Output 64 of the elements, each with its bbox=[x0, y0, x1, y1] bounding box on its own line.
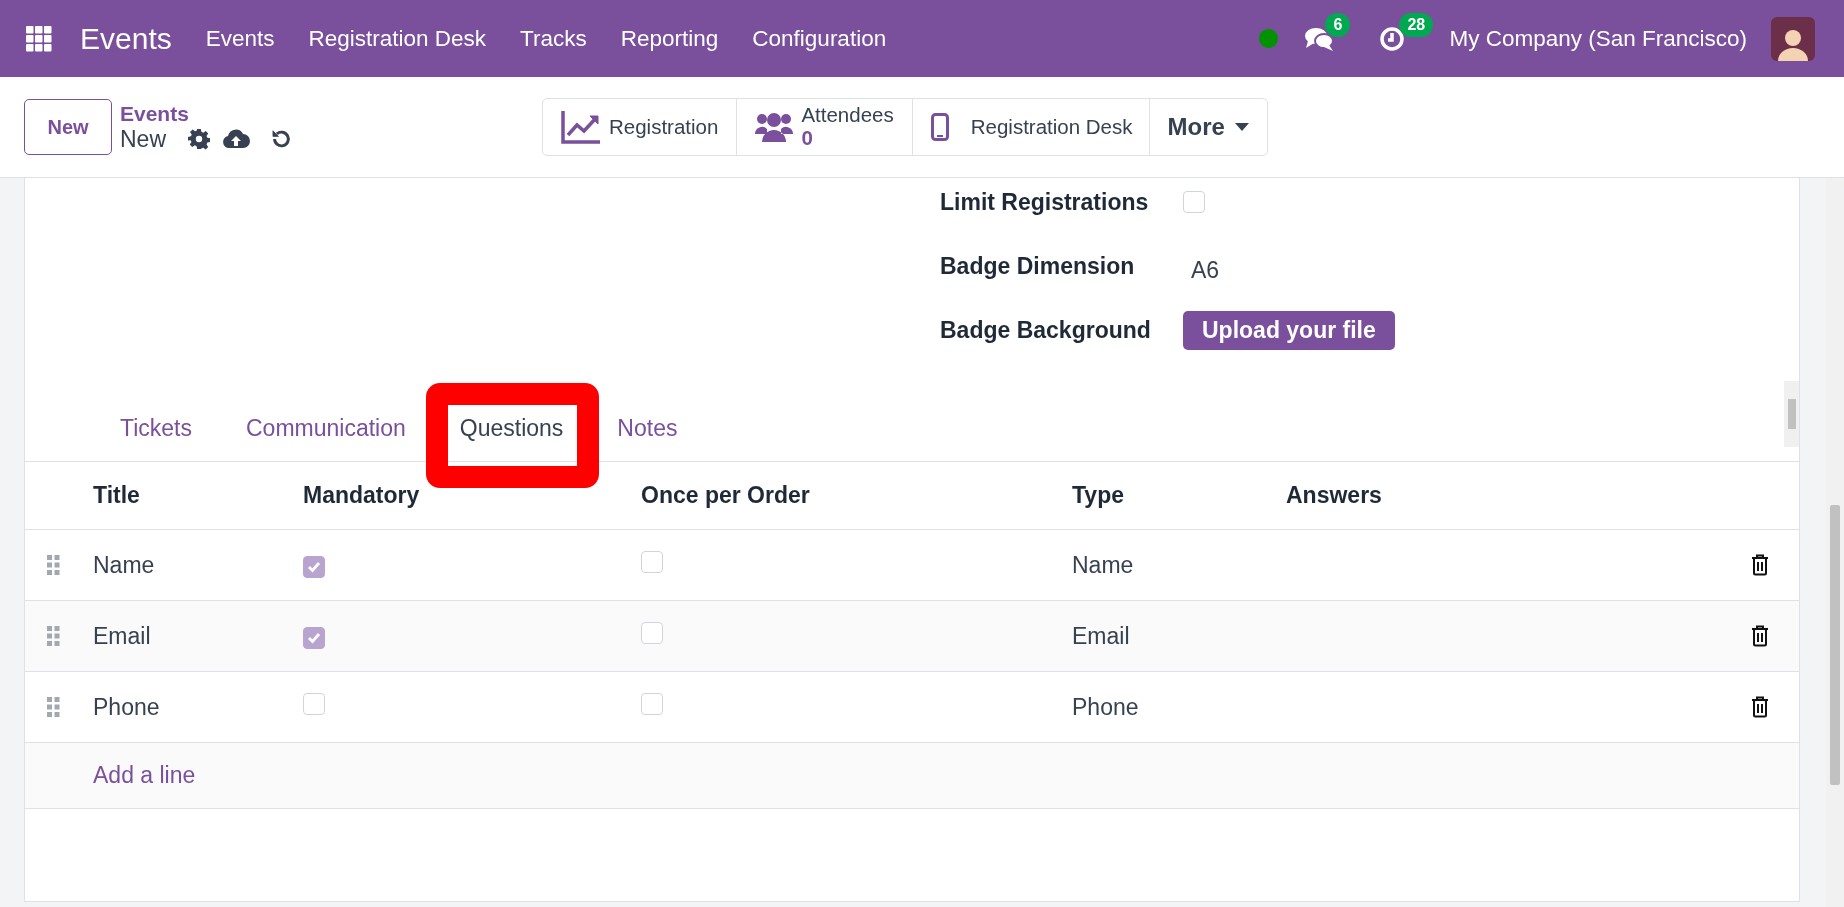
more-dropdown-button[interactable]: More bbox=[1149, 99, 1267, 155]
line-chart-icon bbox=[561, 110, 601, 144]
trash-icon[interactable] bbox=[1751, 625, 1769, 647]
checkbox[interactable] bbox=[1183, 191, 1205, 213]
message-count-badge: 6 bbox=[1325, 12, 1351, 37]
apps-grid-icon[interactable] bbox=[26, 25, 52, 52]
tab[interactable]: Notes bbox=[595, 414, 700, 442]
menu-item[interactable]: Reporting bbox=[620, 25, 719, 52]
users-icon bbox=[755, 112, 794, 142]
once-per-order-checkbox[interactable] bbox=[641, 622, 663, 644]
mandatory-checkbox[interactable] bbox=[303, 626, 325, 649]
trash-icon[interactable] bbox=[1751, 696, 1769, 718]
scrollbar[interactable] bbox=[1826, 178, 1844, 907]
registration-stat-button[interactable]: Registration bbox=[543, 99, 738, 155]
new-button[interactable]: New bbox=[24, 99, 112, 155]
drag-handle-icon[interactable] bbox=[47, 625, 60, 647]
upload-button[interactable]: Upload your file bbox=[1183, 310, 1395, 350]
table-cell-text: Name bbox=[93, 551, 156, 579]
table-cell-text: Phone bbox=[93, 693, 161, 721]
column-header[interactable]: Once per Order bbox=[641, 482, 1072, 509]
column-header[interactable]: Mandatory bbox=[303, 482, 641, 509]
attendees-stat-button[interactable]: Attendees 0 bbox=[737, 99, 913, 155]
settings-icon[interactable] bbox=[188, 128, 210, 150]
field-label: Limit Registrations bbox=[940, 188, 1150, 216]
mandatory-checkbox[interactable] bbox=[303, 555, 325, 578]
app-name[interactable]: Events bbox=[80, 21, 172, 56]
field-label: Badge Dimension bbox=[940, 252, 1136, 280]
column-header[interactable]: Type bbox=[1072, 482, 1286, 509]
menu-item[interactable]: Events bbox=[205, 25, 275, 52]
table-cell-text: Email bbox=[93, 622, 152, 650]
cloud-upload-icon[interactable] bbox=[222, 128, 250, 150]
field-label: Badge Background bbox=[940, 316, 1152, 344]
table-cell-text: Name bbox=[1072, 551, 1135, 579]
company-switcher[interactable]: My Company (San Francisco) bbox=[1449, 25, 1747, 52]
clock-icon[interactable] bbox=[1379, 25, 1406, 52]
tab[interactable]: Tickets bbox=[98, 414, 214, 442]
trash-icon[interactable] bbox=[1751, 554, 1769, 576]
scrollbar[interactable] bbox=[1784, 381, 1799, 447]
breadcrumb-link[interactable]: Events bbox=[120, 101, 520, 126]
checkmark-icon bbox=[307, 560, 321, 573]
drag-handle-icon[interactable] bbox=[47, 696, 60, 718]
menu-item[interactable]: Registration Desk bbox=[308, 25, 487, 52]
menu-item[interactable]: Configuration bbox=[752, 25, 887, 52]
menu-item[interactable]: Tracks bbox=[520, 25, 587, 52]
once-per-order-checkbox[interactable] bbox=[641, 551, 663, 573]
tab[interactable]: Questions bbox=[437, 414, 586, 442]
table-cell-text: Email bbox=[1072, 622, 1131, 650]
record-title: New bbox=[120, 125, 166, 153]
user-avatar[interactable] bbox=[1771, 16, 1815, 61]
mobile-phone-icon bbox=[930, 113, 949, 141]
table-cell-text: Phone bbox=[1072, 693, 1140, 721]
mandatory-checkbox[interactable] bbox=[303, 693, 325, 715]
add-line-link[interactable]: Add a line bbox=[93, 762, 196, 789]
checkmark-icon bbox=[307, 631, 321, 644]
undo-icon[interactable] bbox=[270, 128, 292, 150]
tab[interactable]: Communication bbox=[224, 414, 428, 442]
field-value[interactable]: A6 bbox=[1191, 256, 1220, 284]
caret-icon bbox=[1234, 123, 1249, 131]
drag-handle-icon[interactable] bbox=[47, 554, 60, 576]
once-per-order-checkbox[interactable] bbox=[641, 693, 663, 715]
column-header[interactable]: Title bbox=[93, 482, 303, 509]
registration-desk-button[interactable]: Registration Desk bbox=[912, 99, 1150, 155]
column-header[interactable]: Answers bbox=[1286, 482, 1726, 509]
activity-count-badge: 28 bbox=[1399, 12, 1434, 37]
